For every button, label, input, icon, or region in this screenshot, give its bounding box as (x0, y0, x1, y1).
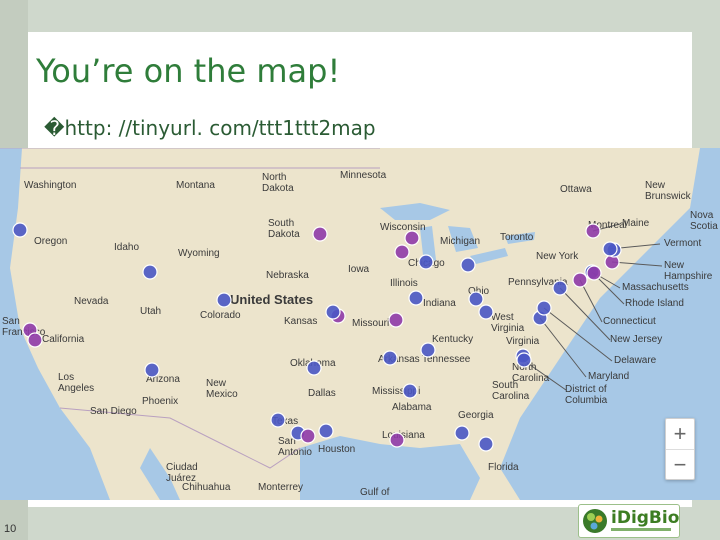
map-label: Indiana (423, 298, 456, 309)
map-label: United States (230, 292, 313, 307)
blue-location-marker[interactable] (602, 241, 618, 257)
blue-location-marker[interactable] (144, 362, 160, 378)
blue-location-marker[interactable] (552, 280, 568, 296)
zoom-in-button[interactable]: + (666, 419, 694, 449)
map-label: Georgia (458, 410, 494, 421)
map-label: Utah (140, 306, 161, 317)
logo-mark-icon (583, 509, 607, 533)
map-label: District of Columbia (565, 384, 608, 406)
purple-location-marker[interactable] (394, 244, 410, 260)
blue-location-marker[interactable] (325, 304, 341, 320)
map-label: Ottawa (560, 184, 592, 195)
map-label: Rhode Island (625, 298, 684, 309)
map-label: Illinois (390, 278, 418, 289)
map-label: Virginia (506, 336, 540, 347)
map-label: Nevada (74, 296, 109, 307)
map-canvas[interactable]: Washington MontanaNorth DakotaMinnesotaOre… (0, 147, 720, 500)
map-label: Oregon (34, 236, 67, 247)
map-label: Dallas (308, 388, 336, 399)
purple-location-marker[interactable] (572, 272, 588, 288)
blue-location-marker[interactable] (408, 290, 424, 306)
blue-location-marker[interactable] (454, 425, 470, 441)
map-label: Gulf of (360, 487, 390, 498)
map-label: Phoenix (142, 396, 178, 407)
blue-location-marker[interactable] (270, 412, 286, 428)
blue-location-marker[interactable] (12, 222, 28, 238)
blue-location-marker[interactable] (478, 304, 494, 320)
map-link[interactable]: �http: //tinyurl. com/ttt1ttt2map (44, 116, 376, 140)
map-label: Nebraska (266, 270, 309, 281)
map-label: Connecticut (603, 316, 656, 327)
map-label: Kansas (284, 316, 317, 327)
map-label: Alabama (392, 402, 432, 413)
map-label: New Jersey (610, 334, 662, 345)
map-label: Kentucky (432, 334, 473, 345)
map-label: Ciudad Juárez (166, 462, 198, 484)
blue-location-marker[interactable] (468, 291, 484, 307)
map-label: Montana (176, 180, 215, 191)
map-label: Maine (622, 218, 650, 229)
blue-location-marker[interactable] (460, 257, 476, 273)
blue-location-marker[interactable] (306, 360, 322, 376)
purple-location-marker[interactable] (389, 432, 405, 448)
map-label: Idaho (114, 242, 139, 253)
map-label: Minnesota (340, 170, 387, 181)
map-label: Toronto (500, 232, 534, 243)
map-label: Houston (318, 444, 355, 455)
purple-location-marker[interactable] (27, 332, 43, 348)
blue-location-marker[interactable] (216, 292, 232, 308)
purple-location-marker[interactable] (404, 230, 420, 246)
map-label: San Diego (90, 406, 137, 417)
idigbio-logo: iDigBio (578, 504, 680, 538)
blue-location-marker[interactable] (516, 352, 532, 368)
map-label: Michigan (440, 236, 480, 247)
blue-location-marker[interactable] (536, 300, 552, 316)
map-label: Colorado (200, 310, 241, 321)
map-label: Iowa (348, 264, 370, 275)
map-label: Wisconsin (380, 222, 426, 233)
logo-text: iDigBio (611, 508, 680, 528)
map-label: Massachusetts (622, 282, 689, 293)
map-view[interactable]: Washington Montana North Dakota Minnesota Ore… (0, 147, 720, 500)
zoom-control[interactable]: + − (665, 418, 695, 480)
zoom-out-button[interactable]: − (666, 450, 694, 480)
purple-location-marker[interactable] (312, 226, 328, 242)
blue-location-marker[interactable] (382, 350, 398, 366)
map-label: Florida (488, 462, 519, 473)
blue-location-marker[interactable] (142, 264, 158, 280)
slide-title: You’re on the map! (36, 52, 341, 90)
purple-location-marker[interactable] (388, 312, 404, 328)
blue-location-marker[interactable] (402, 383, 418, 399)
map-label: California (42, 334, 85, 345)
map-label: Vermont (664, 238, 701, 249)
purple-location-marker[interactable] (585, 223, 601, 239)
map-label: Missouri (352, 318, 389, 329)
map-label: Monterrey (258, 482, 303, 493)
map-label: Delaware (614, 355, 657, 366)
slide-number: 10 (4, 523, 17, 535)
map-label: Chihuahua (182, 482, 231, 493)
blue-location-marker[interactable] (478, 436, 494, 452)
map-label: Wyoming (178, 248, 220, 259)
blue-location-marker[interactable] (418, 254, 434, 270)
blue-location-marker[interactable] (318, 423, 334, 439)
purple-location-marker[interactable] (300, 428, 316, 444)
logo-tagline-bar (611, 528, 671, 531)
map-label: Maryland (588, 371, 629, 382)
purple-location-marker[interactable] (586, 265, 602, 281)
blue-location-marker[interactable] (420, 342, 436, 358)
map-label: New York (536, 251, 579, 262)
map-label: Washington (24, 180, 76, 191)
